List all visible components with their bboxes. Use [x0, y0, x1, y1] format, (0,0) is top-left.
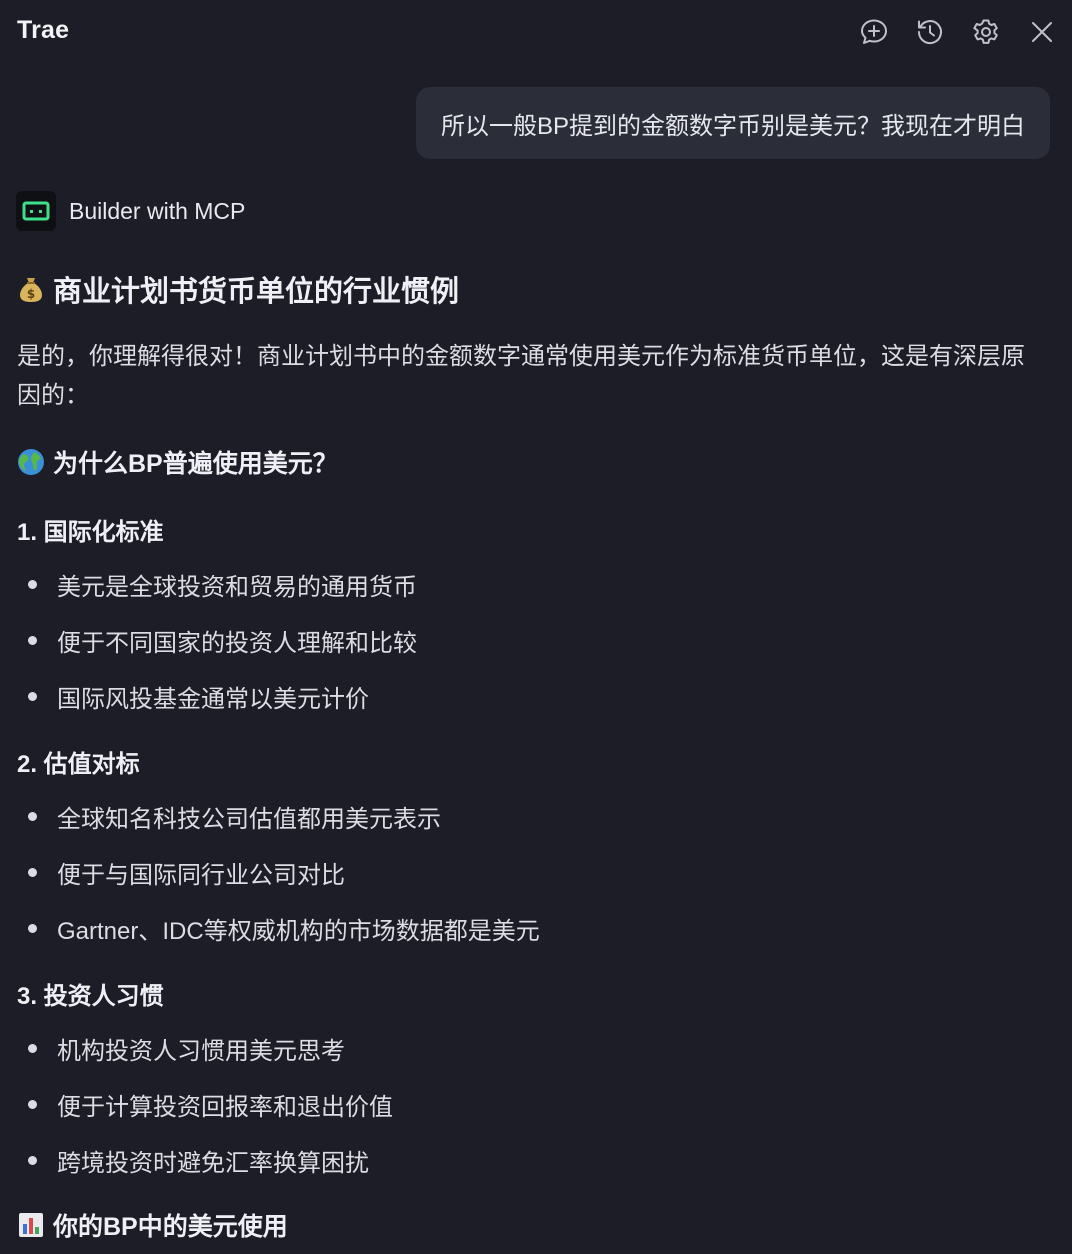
list-item: 便于计算投资回报率和退出价值	[17, 1088, 393, 1121]
bullet-icon	[28, 635, 37, 645]
history-button[interactable]	[912, 14, 948, 50]
title-bar: Trae	[0, 0, 1072, 66]
history-icon	[917, 20, 942, 45]
next-heading: 你的BP中的美元使用	[17, 1207, 288, 1243]
new-chat-icon	[861, 19, 887, 44]
list-item: 机构投资人习惯用美元思考	[17, 1032, 345, 1065]
bar-chart-icon	[17, 1211, 45, 1239]
list-item-text: Gartner、IDC等权威机构的市场数据都是美元	[57, 917, 540, 945]
builder-avatar-icon	[16, 191, 56, 231]
list-item: 美元是全球投资和贸易的通用货币	[17, 568, 417, 601]
close-icon	[1032, 22, 1052, 42]
bullet-icon	[28, 1043, 37, 1053]
agent-header: Builder with MCP	[16, 191, 245, 231]
list-item-text: 全球知名科技公司估值都用美元表示	[57, 805, 441, 833]
user-message-text: 所以一般BP提到的金额数字币别是美元？我现在才明白	[440, 112, 1025, 140]
answer-heading-text: 商业计划书货币单位的行业惯例	[53, 276, 460, 308]
close-button[interactable]	[1024, 14, 1060, 50]
list-item-text: 美元是全球投资和贸易的通用货币	[57, 573, 417, 601]
list-item-text: 机构投资人习惯用美元思考	[57, 1037, 345, 1065]
list-item: Gartner、IDC等权威机构的市场数据都是美元	[17, 912, 540, 945]
bullet-icon	[28, 923, 37, 933]
trae-chat-window: Trae 所以一般BP提到的金额数字币别是美元？我现在才明白 Builder w…	[0, 0, 1072, 1254]
bullet-icon	[28, 867, 37, 877]
new-chat-button[interactable]	[856, 14, 892, 50]
svg-text:$: $	[27, 287, 35, 301]
subheading: 为什么BP普遍使用美元？	[17, 444, 338, 480]
list-item: 全球知名科技公司估值都用美元表示	[17, 800, 441, 833]
globe-icon	[17, 448, 45, 476]
list-item: 便于与国际同行业公司对比	[17, 856, 345, 889]
section-title: 3. 投资人习惯	[17, 983, 164, 1010]
settings-button[interactable]	[968, 14, 1004, 50]
list-item-text: 便于计算投资回报率和退出价值	[57, 1093, 393, 1121]
bullet-icon	[28, 1155, 37, 1165]
app-title: Trae	[17, 16, 70, 44]
section-title: 1. 国际化标准	[17, 519, 164, 546]
bullet-icon	[28, 811, 37, 821]
user-message-bubble: 所以一般BP提到的金额数字币别是美元？我现在才明白	[415, 87, 1050, 159]
list-item: 跨境投资时避免汇率换算困扰	[17, 1144, 369, 1177]
section-title: 2. 估值对标	[17, 751, 140, 778]
subheading-text: 为什么BP普遍使用美元？	[53, 450, 338, 478]
intro-paragraph: 是的，你理解得很对！商业计划书中的金额数字通常使用美元作为标准货币单位，这是有深…	[17, 343, 1025, 409]
money-bag-icon: $	[17, 275, 45, 303]
next-heading-text: 你的BP中的美元使用	[53, 1213, 288, 1241]
list-item-text: 跨境投资时避免汇率换算困扰	[57, 1149, 369, 1177]
list-item-text: 国际风投基金通常以美元计价	[57, 685, 369, 713]
list-item-text: 便于不同国家的投资人理解和比较	[57, 629, 417, 657]
agent-name: Builder with MCP	[69, 197, 246, 224]
bullet-icon	[28, 1099, 37, 1109]
answer-heading: $ 商业计划书货币单位的行业惯例	[17, 268, 459, 310]
list-item: 国际风投基金通常以美元计价	[17, 680, 369, 713]
list-item: 便于不同国家的投资人理解和比较	[17, 624, 417, 657]
list-item-text: 便于与国际同行业公司对比	[57, 861, 345, 889]
bullet-icon	[28, 691, 37, 701]
bullet-icon	[28, 579, 37, 589]
settings-icon	[973, 19, 998, 44]
